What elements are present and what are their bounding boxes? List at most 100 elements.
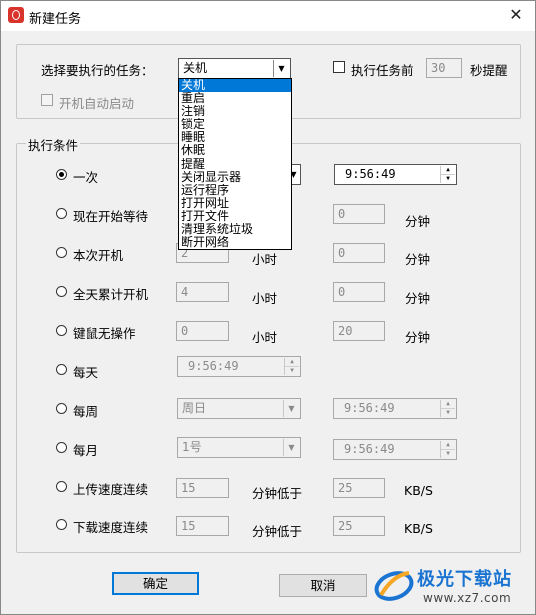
spin-down-icon[interactable]: ▼ [441,174,455,182]
radio-idle[interactable] [56,325,67,336]
task-option[interactable]: 运行程序 [179,184,291,197]
task-option[interactable]: 清理系统垃圾 [179,223,291,236]
this-boot-minutes-unit: 分钟 [405,252,431,267]
once-time-value: 9:56:49 [345,167,396,181]
label-wait-from-now: 现在开始等待 [73,209,149,224]
once-time-input[interactable]: 9:56:49 ▲ ▼ [334,164,457,185]
upload-minutes-input[interactable]: 15 [176,478,229,498]
idle-hours-input[interactable]: 0 [176,321,229,341]
download-minutes-unit: 分钟低于 [252,524,303,539]
spin-down-icon[interactable]: ▼ [441,408,455,416]
task-dropdown-list[interactable]: 关机 重启 注销 锁定 睡眠 休眠 提醒 关闭显示器 运行程序 打开网址 打开文件 清理系统垃圾 断开网… [178,78,292,250]
daily-time-input[interactable]: 9:56:49 ▲ ▼ [177,356,301,377]
label-upload-speed: 上传速度连续 [73,482,149,497]
title-bar[interactable]: 新建任务 ✕ [1,1,535,31]
label-idle: 键鼠无操作 [73,326,136,341]
pre-reminder-seconds[interactable]: 30 [426,58,462,78]
idle-minutes-unit: 分钟 [405,330,431,345]
radio-monthly[interactable] [56,442,67,453]
label-download-speed: 下载速度连续 [73,520,149,535]
ok-button[interactable]: 确定 [112,572,199,595]
task-option[interactable]: 断开网络 [179,236,291,249]
daily-total-minutes-input[interactable]: 0 [333,282,385,302]
daily-total-hours-input[interactable]: 4 [176,282,229,302]
download-speed-input[interactable]: 25 [333,516,385,536]
label-daily: 每天 [73,365,99,380]
monthly-time-value: 9:56:49 [344,442,395,456]
daily-total-hours-unit: 小时 [252,291,278,306]
task-option[interactable]: 重启 [179,92,291,105]
spin-up-icon[interactable]: ▲ [285,358,299,366]
spin-up-icon[interactable]: ▲ [441,400,455,408]
task-option[interactable]: 打开网址 [179,197,291,210]
task-option[interactable]: 关机 [179,79,291,93]
task-option[interactable]: 关闭显示器 [179,171,291,184]
weekly-time-input[interactable]: 9:56:49 ▲ ▼ [333,398,457,419]
autostart-label: 开机自动启动 [59,96,135,111]
weekday-select[interactable]: 周日 ▼ [177,398,301,419]
month-day-select[interactable]: 1号 ▼ [177,437,301,458]
spin-up-icon[interactable]: ▲ [441,441,455,449]
spin-up-icon[interactable]: ▲ [441,166,455,174]
watermark: 极光下载站 www.xz7.com [371,561,536,611]
time-spinner[interactable]: ▲ ▼ [284,358,299,375]
spin-down-icon[interactable]: ▼ [285,366,299,374]
this-boot-hours-unit: 小时 [252,252,278,267]
monthly-time-input[interactable]: 9:56:49 ▲ ▼ [333,439,457,460]
new-task-dialog: 新建任务 ✕ 选择要执行的任务： 关机 ▼ 执行任务前 30 秒提醒 开机自动启… [0,0,536,615]
autostart-checkbox[interactable] [41,94,53,106]
download-speed-unit: KB/S [404,521,433,536]
radio-once[interactable] [56,169,67,180]
label-once: 一次 [73,170,99,185]
pre-reminder-checkbox[interactable] [333,61,345,73]
weekday-value: 周日 [182,401,207,415]
radio-daily-total[interactable] [56,286,67,297]
idle-minutes-input[interactable]: 20 [333,321,385,341]
chevron-down-icon[interactable]: ▼ [283,439,299,456]
conditions-title: 执行条件 [26,135,81,154]
daily-total-minutes-unit: 分钟 [405,291,431,306]
wait-minutes-input[interactable]: 0 [333,204,385,224]
radio-download-speed[interactable] [56,519,67,530]
pre-reminder-suffix: 秒提醒 [470,63,508,78]
time-spinner[interactable]: ▲ ▼ [440,400,455,417]
task-option[interactable]: 休眠 [179,144,291,157]
time-spinner[interactable]: ▲ ▼ [440,166,455,183]
radio-wait-from-now[interactable] [56,208,67,219]
watermark-logo-icon [374,571,414,601]
idle-hours-unit: 小时 [252,330,278,345]
time-spinner[interactable]: ▲ ▼ [440,441,455,458]
radio-this-boot[interactable] [56,247,67,258]
upload-speed-input[interactable]: 25 [333,478,385,498]
task-option[interactable]: 打开文件 [179,210,291,223]
label-weekly: 每周 [73,404,99,419]
upload-minutes-unit: 分钟低于 [252,486,303,501]
cancel-button[interactable]: 取消 [279,574,367,597]
window-title: 新建任务 [29,12,82,27]
label-daily-total: 全天累计开机 [73,287,149,302]
weekly-time-value: 9:56:49 [344,401,395,415]
radio-weekly[interactable] [56,403,67,414]
app-icon [8,7,24,23]
chevron-down-icon[interactable]: ▼ [283,400,299,417]
close-button[interactable]: ✕ [503,3,529,27]
spin-down-icon[interactable]: ▼ [441,449,455,457]
download-minutes-input[interactable]: 15 [176,516,229,536]
label-monthly: 每月 [73,443,99,458]
this-boot-minutes-input[interactable]: 0 [333,243,385,263]
task-option[interactable]: 睡眠 [179,131,291,144]
task-option[interactable]: 锁定 [179,118,291,131]
daily-time-value: 9:56:49 [188,359,239,373]
label-this-boot: 本次开机 [73,248,124,263]
task-option[interactable]: 注销 [179,105,291,118]
upload-speed-unit: KB/S [404,483,433,498]
radio-daily[interactable] [56,364,67,375]
watermark-brand: 极光下载站 [417,569,512,590]
task-select[interactable]: 关机 ▼ [178,58,291,79]
task-option[interactable]: 提醒 [179,158,291,171]
month-day-value: 1号 [182,440,202,454]
task-select-label: 选择要执行的任务： [41,63,154,78]
pre-reminder-label: 执行任务前 [351,63,414,78]
chevron-down-icon[interactable]: ▼ [273,60,289,77]
radio-upload-speed[interactable] [56,481,67,492]
